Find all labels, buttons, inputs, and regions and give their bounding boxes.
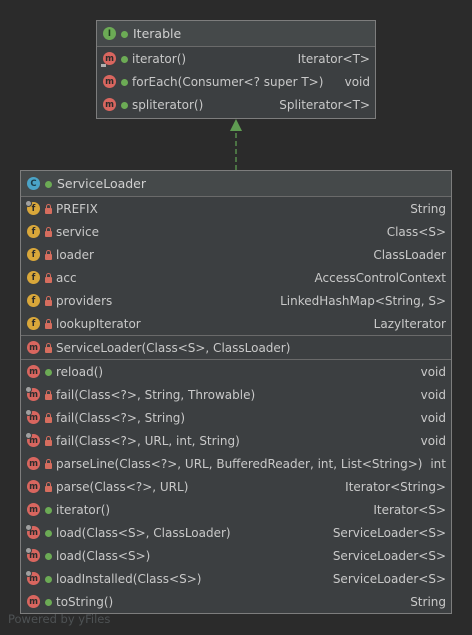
return-type: void (420, 387, 446, 402)
private-lock-icon (44, 203, 53, 214)
field-name: providers (56, 293, 113, 308)
field-type: LazyIterator (373, 316, 446, 331)
method-name: iterator() (56, 502, 111, 517)
field-icon: f (27, 225, 40, 238)
class-icon: C (27, 177, 40, 190)
watermark: Powered by yFiles (8, 612, 111, 626)
return-type: ServiceLoader<S> (332, 525, 446, 540)
field-type: AccessControlContext (314, 270, 446, 285)
method-name: toString() (56, 594, 114, 609)
method-name: fail(Class<?>, URL, int, String) (56, 433, 240, 448)
method-name: load(Class<S>) (56, 548, 151, 563)
method-name: reload() (56, 364, 104, 379)
private-lock-icon (44, 342, 53, 353)
field-row[interactable]: f providers LinkedHashMap<String, S> (21, 289, 451, 312)
method-name: parseLine(Class<?>, URL, BufferedReader,… (56, 456, 423, 471)
private-lock-icon (44, 295, 53, 306)
serviceloader-node[interactable]: C ServiceLoader f PREFIX String f servic… (20, 170, 452, 614)
field-icon: f (27, 317, 40, 330)
serviceloader-header[interactable]: C ServiceLoader (21, 171, 451, 197)
method-row[interactable]: m parseLine(Class<?>, URL, BufferedReade… (21, 452, 451, 475)
field-row[interactable]: f service Class<S> (21, 220, 451, 243)
method-icon: m (27, 341, 40, 354)
field-name: PREFIX (56, 201, 98, 216)
private-lock-icon (44, 272, 53, 283)
method-icon: m (25, 432, 40, 447)
field-icon: f (25, 200, 40, 215)
method-icon: m (25, 570, 40, 585)
return-type: Iterator<S> (373, 502, 446, 517)
method-row[interactable]: m reload() void (21, 360, 451, 383)
public-visibility-icon (44, 597, 53, 607)
private-lock-icon (44, 435, 53, 446)
field-name: acc (56, 270, 77, 285)
return-type: void (420, 364, 446, 379)
field-name: service (56, 224, 99, 239)
field-row[interactable]: f acc AccessControlContext (21, 266, 451, 289)
field-type: ClassLoader (373, 247, 446, 262)
return-type: int (430, 456, 446, 471)
method-icon: m (27, 480, 40, 493)
return-type: ServiceLoader<S> (332, 571, 446, 586)
method-row[interactable]: m load(Class<S>, ClassLoader) ServiceLoa… (21, 521, 451, 544)
public-visibility-icon (44, 574, 53, 584)
private-lock-icon (44, 481, 53, 492)
method-row[interactable]: m toString() String (21, 590, 451, 613)
private-lock-icon (44, 389, 53, 400)
method-name: loadInstalled(Class<S>) (56, 571, 202, 586)
method-icon: m (27, 503, 40, 516)
private-lock-icon (44, 249, 53, 260)
fields-section: f PREFIX String f service Class<S> f loa… (21, 197, 451, 336)
method-row[interactable]: m fail(Class<?>, String) void (21, 406, 451, 429)
field-icon: f (27, 294, 40, 307)
constructor-row[interactable]: m ServiceLoader(Class<S>, ClassLoader) (21, 336, 451, 359)
field-row[interactable]: f lookupIterator LazyIterator (21, 312, 451, 335)
field-type: Class<S> (386, 224, 446, 239)
private-lock-icon (44, 412, 53, 423)
method-row[interactable]: m fail(Class<?>, URL, int, String) void (21, 429, 451, 452)
field-name: lookupIterator (56, 316, 141, 331)
method-name: fail(Class<?>, String) (56, 410, 186, 425)
method-row[interactable]: m parse(Class<?>, URL) Iterator<String> (21, 475, 451, 498)
return-type: void (420, 433, 446, 448)
field-row[interactable]: f PREFIX String (21, 197, 451, 220)
field-icon: f (27, 248, 40, 261)
return-type: void (420, 410, 446, 425)
public-visibility-icon (44, 551, 53, 561)
method-icon: m (25, 524, 40, 539)
private-lock-icon (44, 226, 53, 237)
method-icon: m (27, 595, 40, 608)
method-row[interactable]: m fail(Class<?>, String, Throwable) void (21, 383, 451, 406)
private-lock-icon (44, 458, 53, 469)
return-type: String (410, 594, 446, 609)
method-name: parse(Class<?>, URL) (56, 479, 189, 494)
return-type: Iterator<String> (345, 479, 446, 494)
method-name: load(Class<S>, ClassLoader) (56, 525, 231, 540)
field-row[interactable]: f loader ClassLoader (21, 243, 451, 266)
method-icon: m (27, 365, 40, 378)
field-name: loader (56, 247, 94, 262)
public-visibility-icon (44, 367, 53, 377)
method-name: fail(Class<?>, String, Throwable) (56, 387, 256, 402)
public-visibility-icon (44, 505, 53, 515)
method-icon: m (27, 457, 40, 470)
public-visibility-icon (44, 528, 53, 538)
constructors-section: m ServiceLoader(Class<S>, ClassLoader) (21, 336, 451, 360)
methods-section: m reload() void m fail(Class<?>, String,… (21, 360, 451, 613)
constructor-name: ServiceLoader(Class<S>, ClassLoader) (56, 340, 291, 355)
method-icon: m (25, 547, 40, 562)
arrow-head (230, 119, 242, 131)
field-icon: f (27, 271, 40, 284)
method-icon: m (25, 386, 40, 401)
serviceloader-title: ServiceLoader (57, 176, 147, 191)
method-row[interactable]: m iterator() Iterator<S> (21, 498, 451, 521)
public-visibility-icon (44, 179, 53, 189)
private-lock-icon (44, 318, 53, 329)
return-type: ServiceLoader<S> (332, 548, 446, 563)
method-row[interactable]: m loadInstalled(Class<S>) ServiceLoader<… (21, 567, 451, 590)
method-row[interactable]: m load(Class<S>) ServiceLoader<S> (21, 544, 451, 567)
field-type: String (410, 201, 446, 216)
method-icon: m (25, 409, 40, 424)
field-type: LinkedHashMap<String, S> (280, 293, 446, 308)
